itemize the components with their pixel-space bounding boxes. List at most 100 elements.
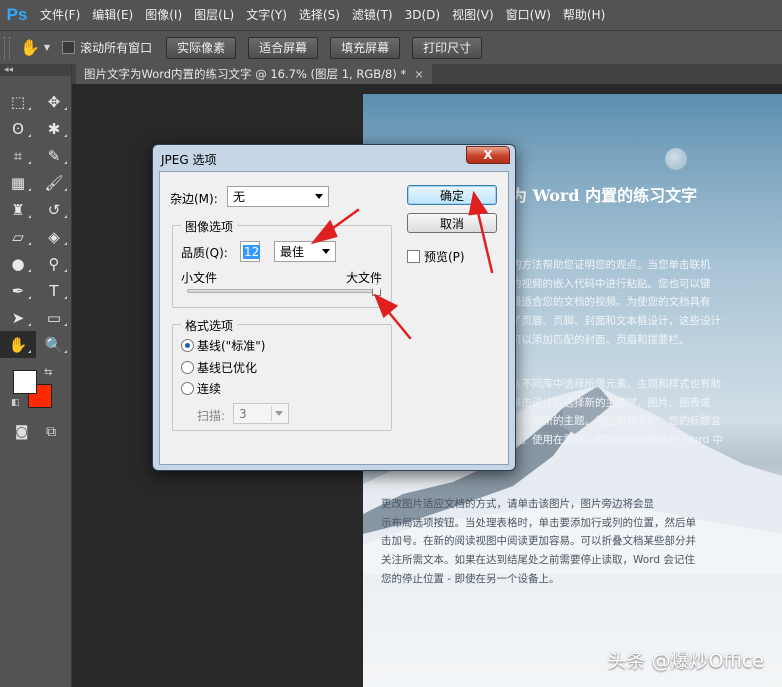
progressive-radio[interactable]: 连续 (181, 380, 221, 397)
menu-image[interactable]: 图像(I) (139, 0, 188, 30)
pen-tool-icon[interactable]: ✒ (0, 277, 36, 304)
color-swatches: ⇆ ◧ (0, 364, 71, 424)
tool-preset-picker[interactable]: ✋ ▼ (20, 38, 50, 57)
document-heading: 为 Word 内置的练习文字 (511, 186, 698, 205)
print-size-button[interactable]: 打印尺寸 (412, 36, 483, 59)
screen-mode-icon[interactable]: ⧉ (46, 424, 56, 440)
format-options-legend: 格式选项 (181, 317, 238, 334)
hand-tool-icon[interactable]: ✋ (0, 331, 36, 358)
select-divider (271, 406, 272, 421)
default-colors-icon[interactable]: ◧ (11, 398, 20, 408)
menu-view[interactable]: 视图(V) (446, 0, 500, 30)
type-tool-icon[interactable]: T (36, 277, 72, 304)
jpeg-options-dialog: JPEG 选项 X 杂边(M): 无 图像选项 品质(Q): 12 最佳 小文件 (152, 144, 516, 471)
quick-mask-icon[interactable]: ◙ (15, 424, 29, 440)
document-paragraph: 从不同库中选择所需元素。主题和样式也有助 单击设计并选择新的主题时，图片、图表或… (511, 378, 724, 447)
photoshop-window: Ps 文件(F) 编辑(E) 图像(I) 图层(L) 文字(Y) 选择(S) 滤… (0, 0, 782, 687)
cancel-button[interactable]: 取消 (407, 213, 497, 233)
document-tab[interactable]: 图片文字为Word内置的练习文字 @ 16.7% (图层 1, RGB/8) *… (76, 64, 432, 84)
move-tool-icon[interactable]: ✥ (36, 88, 72, 115)
swap-colors-icon[interactable]: ⇆ (44, 367, 52, 378)
paint-bucket-tool-icon[interactable]: ◈ (36, 223, 72, 250)
preview-checkbox[interactable]: 预览(P) (407, 248, 465, 265)
close-icon[interactable]: × (414, 67, 424, 81)
moon-image (665, 148, 687, 170)
history-brush-tool-icon[interactable]: ↺ (36, 196, 72, 223)
scans-label: 扫描: (197, 409, 226, 423)
menu-bar: Ps 文件(F) 编辑(E) 图像(I) 图层(L) 文字(Y) 选择(S) 滤… (0, 0, 782, 30)
magic-wand-tool-icon[interactable]: ✱ (36, 115, 72, 142)
scroll-all-windows-label: 滚动所有窗口 (80, 41, 153, 55)
actual-pixels-button[interactable]: 实际像素 (166, 36, 237, 59)
stamp-tool-icon[interactable]: ♜ (0, 196, 36, 223)
document-paragraph: 的方法帮助您证明您的观点。当您单击联机 的视频的嵌入代码中进行粘贴。您也可以键 … (511, 259, 721, 346)
quality-preset-select[interactable]: 最佳 (274, 241, 336, 262)
marquee-tool-icon[interactable]: ⬚ (0, 88, 36, 115)
document-tab-bar: 图片文字为Word内置的练习文字 @ 16.7% (图层 1, RGB/8) *… (72, 64, 782, 84)
quality-label: 品质(Q): (181, 246, 228, 260)
menu-window[interactable]: 窗口(W) (500, 0, 557, 30)
baseline-optimized-label: 基线已优化 (197, 361, 258, 375)
baseline-optimized-radio[interactable]: 基线已优化 (181, 359, 257, 376)
fill-screen-button[interactable]: 填充屏幕 (330, 36, 401, 59)
small-file-label: 小文件 (181, 271, 218, 285)
menu-edit[interactable]: 编辑(E) (86, 0, 139, 30)
quality-slider-track[interactable] (187, 289, 381, 293)
document-paragraph: 更改图片适应文档的方式，请单击该图片，图片旁边将会显 示布局选项按钮。当处理表格… (381, 498, 696, 585)
tools-collapse-button[interactable]: ◂◂ (0, 64, 71, 76)
scans-select: 3 (233, 403, 289, 424)
matte-value: 无 (233, 190, 246, 204)
lasso-tool-icon[interactable]: ʘ (0, 115, 36, 142)
preview-label: 预览(P) (424, 250, 465, 264)
healing-tool-icon[interactable]: ▦ (0, 169, 36, 196)
menu-type[interactable]: 文字(Y) (240, 0, 293, 30)
blur-tool-icon[interactable]: ● (0, 250, 36, 277)
ps-logo: Ps (6, 5, 28, 24)
brush-tool-icon[interactable]: 🖌 (36, 169, 72, 196)
chevron-down-icon (275, 411, 283, 416)
quality-value: 12 (243, 244, 261, 259)
quality-input[interactable]: 12 (240, 241, 261, 262)
menu-select[interactable]: 选择(S) (293, 0, 346, 30)
menu-help[interactable]: 帮助(H) (557, 0, 611, 30)
progressive-label: 连续 (197, 382, 222, 396)
radio-indicator (181, 382, 194, 395)
dialog-body: 杂边(M): 无 图像选项 品质(Q): 12 最佳 小文件 大文件 格式选项 … (159, 171, 509, 465)
fit-screen-button[interactable]: 适合屏幕 (248, 36, 319, 59)
scans-value: 3 (239, 406, 247, 421)
large-file-label: 大文件 (346, 271, 383, 285)
dialog-title: JPEG 选项 (161, 153, 217, 167)
shape-tool-icon[interactable]: ▭ (36, 304, 72, 331)
menu-layer[interactable]: 图层(L) (188, 0, 240, 30)
menu-3d[interactable]: 3D(D) (399, 0, 446, 30)
path-select-tool-icon[interactable]: ➤ (0, 304, 36, 331)
scroll-all-windows-checkbox[interactable]: 滚动所有窗口 (62, 39, 152, 56)
eyedropper-tool-icon[interactable]: ✎ (36, 142, 72, 169)
chevron-down-icon: ▼ (43, 43, 51, 52)
matte-select[interactable]: 无 (227, 186, 329, 207)
image-options-group: 图像选项 品质(Q): 12 最佳 小文件 大文件 (172, 218, 392, 308)
format-options-group: 格式选项 基线("标准") 基线已优化 连续 扫描: 3 (172, 317, 392, 431)
crop-tool-icon[interactable]: ⌗ (0, 142, 36, 169)
options-bar: ✋ ▼ 滚动所有窗口 实际像素 适合屏幕 填充屏幕 打印尺寸 (0, 30, 782, 64)
watermark: 头条 @爆炒Office (607, 650, 765, 672)
radio-indicator (181, 339, 194, 352)
ok-button[interactable]: 确定 (407, 185, 497, 205)
foreground-color-swatch[interactable] (13, 370, 37, 394)
checkbox-box (62, 41, 76, 54)
quality-preset-value: 最佳 (280, 245, 305, 259)
dodge-tool-icon[interactable]: ⚲ (36, 250, 72, 277)
dialog-close-button[interactable]: X (466, 146, 510, 164)
eraser-tool-icon[interactable]: ▱ (0, 223, 36, 250)
zoom-tool-icon[interactable]: 🔍 (36, 331, 72, 358)
menu-filter[interactable]: 滤镜(T) (346, 0, 399, 30)
chevron-down-icon (315, 194, 323, 199)
mode-tools: ◙ ⧉ (0, 424, 71, 440)
tool-grid: ⬚ ✥ ʘ ✱ ⌗ ✎ ▦ 🖌 ♜ ↺ ▱ ◈ ● ⚲ ✒ T ➤ ▭ ✋ 🔍 (0, 76, 71, 358)
menu-file[interactable]: 文件(F) (34, 0, 86, 30)
hand-icon: ✋ (20, 38, 40, 57)
options-bar-grip[interactable] (4, 36, 10, 59)
tools-panel: ◂◂ ⬚ ✥ ʘ ✱ ⌗ ✎ ▦ 🖌 ♜ ↺ ▱ ◈ ● ⚲ ✒ T ➤ ▭ ✋ 🔍 ⇆ ◧ ◙ ⧉ (0, 64, 72, 687)
image-options-legend: 图像选项 (181, 218, 238, 235)
baseline-standard-radio[interactable]: 基线("标准") (181, 337, 265, 354)
